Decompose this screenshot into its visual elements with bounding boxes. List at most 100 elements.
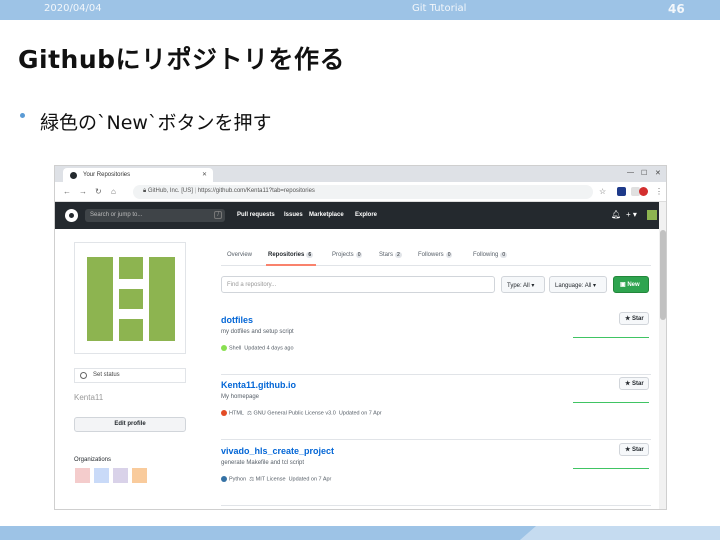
- user-avatar-small[interactable]: [647, 210, 657, 220]
- plus-menu[interactable]: + ▾: [626, 210, 637, 219]
- language-filter-dropdown[interactable]: Language: All ▾: [549, 276, 607, 293]
- minimize-icon[interactable]: —: [627, 169, 634, 176]
- reload-icon[interactable]: ↻: [95, 187, 102, 196]
- profile-avatar[interactable]: [74, 242, 186, 354]
- page-scrollbar-thumb[interactable]: [660, 230, 666, 320]
- extension-icon[interactable]: [639, 187, 648, 196]
- url-site: GitHub, Inc. [US]: [147, 188, 193, 194]
- url-field[interactable]: 🔒︎ GitHub, Inc. [US] | https://github.co…: [133, 185, 593, 199]
- repo-language: Shell: [229, 345, 242, 352]
- activity-sparkline: [573, 468, 649, 469]
- tab-projects[interactable]: Projects 0: [332, 252, 363, 258]
- star-button[interactable]: ★ Star: [619, 443, 649, 456]
- slide-header-bar: 2020/04/04 Git Tutorial 46: [0, 0, 720, 20]
- organization-avatar[interactable]: [94, 468, 109, 483]
- language-color-dot: [221, 345, 227, 351]
- profile-tabs: Overview Repositories 6 Projects 0 Stars 2 …: [221, 246, 651, 266]
- new-repository-button[interactable]: ▣ New: [613, 276, 649, 293]
- github-search-input[interactable]: Search or jump to... /: [85, 209, 225, 222]
- tab-overview[interactable]: Overview: [227, 252, 252, 258]
- nav-pull-requests[interactable]: Pull requests: [237, 212, 275, 218]
- tab-count: 2: [395, 252, 402, 258]
- set-status-button[interactable]: Set status: [74, 368, 186, 383]
- search-shortcut-key: /: [214, 211, 222, 219]
- repo-language: HTML: [229, 410, 244, 417]
- close-tab-icon[interactable]: ✕: [202, 171, 207, 178]
- extension-icon[interactable]: [617, 187, 626, 196]
- bullet-marker: [20, 113, 25, 118]
- bell-icon[interactable]: 🔔︎: [611, 210, 621, 219]
- repo-meta: Python ⚖ MIT License Updated on 7 Apr: [221, 476, 331, 482]
- type-filter-dropdown[interactable]: Type: All ▾: [501, 276, 545, 293]
- slide-course-name: Git Tutorial: [412, 3, 467, 14]
- url-text: https://github.com/Kenta11?tab=repositor…: [197, 188, 315, 194]
- activity-sparkline: [573, 402, 649, 403]
- tab-following[interactable]: Following 0: [473, 252, 508, 258]
- tab-count: 0: [445, 252, 453, 258]
- close-window-icon[interactable]: ✕: [655, 169, 661, 177]
- license-icon: ⚖: [247, 410, 252, 417]
- slide-footer-bar: [0, 526, 720, 540]
- repo-list-item: dotfiles my dotfiles and setup script Sh…: [221, 312, 651, 375]
- tab-followers[interactable]: Followers 0: [418, 252, 453, 258]
- tab-stars[interactable]: Stars 2: [379, 252, 402, 258]
- back-icon[interactable]: ←: [63, 187, 71, 196]
- repo-meta: Shell Updated 4 days ago: [221, 345, 294, 351]
- repo-meta: HTML ⚖ GNU General Public License v3.0 U…: [221, 410, 382, 416]
- profile-username: Kenta11: [74, 393, 104, 402]
- set-status-label: Set status: [93, 372, 120, 378]
- repo-name-link[interactable]: dotfiles: [221, 315, 253, 325]
- license-icon: ⚖: [249, 476, 255, 483]
- browser-tabstrip: Your Repositories ✕ — ☐ ✕: [55, 166, 666, 182]
- repo-name-link[interactable]: vivado_hls_create_project: [221, 446, 334, 456]
- slide-date: 2020/04/04: [44, 3, 102, 14]
- organization-avatar[interactable]: [113, 468, 128, 483]
- repo-description: my dotfiles and setup script: [221, 329, 294, 335]
- language-color-dot: [221, 476, 227, 482]
- find-repository-input[interactable]: Find a repository...: [221, 276, 495, 293]
- tab-count: 0: [500, 252, 508, 258]
- organization-avatar[interactable]: [132, 468, 147, 483]
- repo-list-item: vivado_hls_create_project generate Makef…: [221, 443, 651, 506]
- repo-description: generate Makefile and tcl script: [221, 460, 305, 466]
- menu-icon[interactable]: ⋮: [655, 187, 663, 196]
- repo-list-item: Kenta11.github.io My homepage HTML ⚖ GNU…: [221, 377, 651, 440]
- repo-updated: Updated on 7 Apr: [288, 476, 332, 483]
- slide-page-number: 46: [668, 2, 685, 16]
- browser-tab-title: Your Repositories: [83, 172, 131, 178]
- browser-address-bar: ← → ↻ ⌂ 🔒︎ GitHub, Inc. [US] | https://g…: [55, 182, 666, 202]
- repo-license: GNU General Public License v3.0: [253, 410, 336, 417]
- bullet-text: 緑色の`New`ボタンを押す: [40, 112, 272, 134]
- star-bookmark-icon[interactable]: ☆: [599, 187, 606, 196]
- github-logo-icon[interactable]: [65, 209, 78, 222]
- activity-sparkline: [573, 337, 649, 338]
- nav-marketplace[interactable]: Marketplace: [309, 212, 344, 218]
- github-favicon-icon: [70, 172, 77, 179]
- tab-repositories[interactable]: Repositories 6: [268, 252, 314, 258]
- browser-tab[interactable]: Your Repositories ✕: [63, 168, 213, 182]
- repo-language: Python: [229, 476, 247, 483]
- repo-updated: Updated on 7 Apr: [338, 410, 382, 417]
- selected-tab-indicator: [266, 264, 316, 266]
- smiley-icon: [80, 372, 87, 379]
- github-search-placeholder: Search or jump to...: [90, 212, 143, 218]
- tab-count: 0: [355, 252, 363, 258]
- repo-description: My homepage: [221, 394, 260, 400]
- maximize-icon[interactable]: ☐: [641, 169, 647, 177]
- lock-icon: 🔒︎: [143, 188, 147, 194]
- edit-profile-button[interactable]: Edit profile: [74, 417, 186, 432]
- organizations-heading: Organizations: [74, 457, 112, 463]
- language-color-dot: [221, 410, 227, 416]
- tab-count: 6: [306, 252, 314, 258]
- home-icon[interactable]: ⌂: [111, 187, 116, 196]
- github-header: Search or jump to... / Pull requests Iss…: [55, 202, 666, 229]
- nav-explore[interactable]: Explore: [355, 212, 377, 218]
- star-button[interactable]: ★ Star: [619, 312, 649, 325]
- organization-avatar[interactable]: [75, 468, 90, 483]
- forward-icon[interactable]: →: [79, 187, 87, 196]
- repo-icon: ▣: [620, 282, 626, 288]
- star-button[interactable]: ★ Star: [619, 377, 649, 390]
- repo-name-link[interactable]: Kenta11.github.io: [221, 380, 296, 390]
- nav-issues[interactable]: Issues: [284, 212, 303, 218]
- github-screenshot: Your Repositories ✕ — ☐ ✕ ← → ↻ ⌂ 🔒︎ Git…: [54, 165, 667, 510]
